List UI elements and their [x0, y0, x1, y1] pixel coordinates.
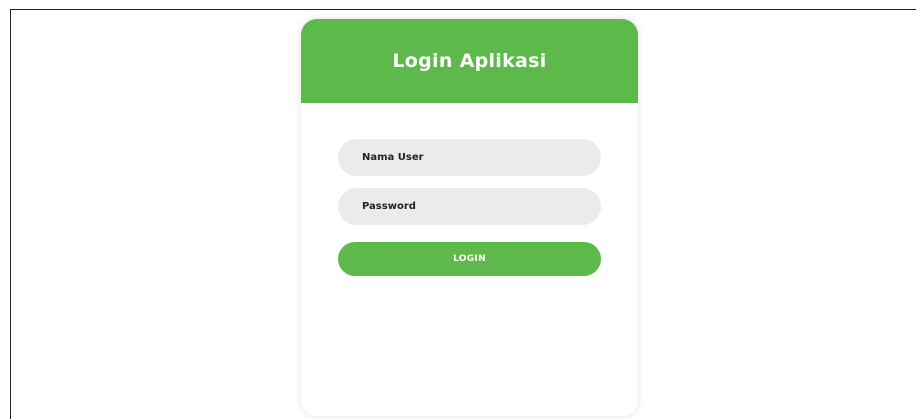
login-title: Login Aplikasi	[392, 50, 547, 72]
password-input[interactable]	[338, 188, 601, 225]
login-button[interactable]: LOGIN	[338, 242, 601, 276]
login-form: LOGIN	[338, 139, 601, 276]
username-input[interactable]	[338, 139, 601, 176]
login-card: Login Aplikasi LOGIN	[301, 19, 638, 416]
login-card-header: Login Aplikasi	[301, 19, 638, 103]
